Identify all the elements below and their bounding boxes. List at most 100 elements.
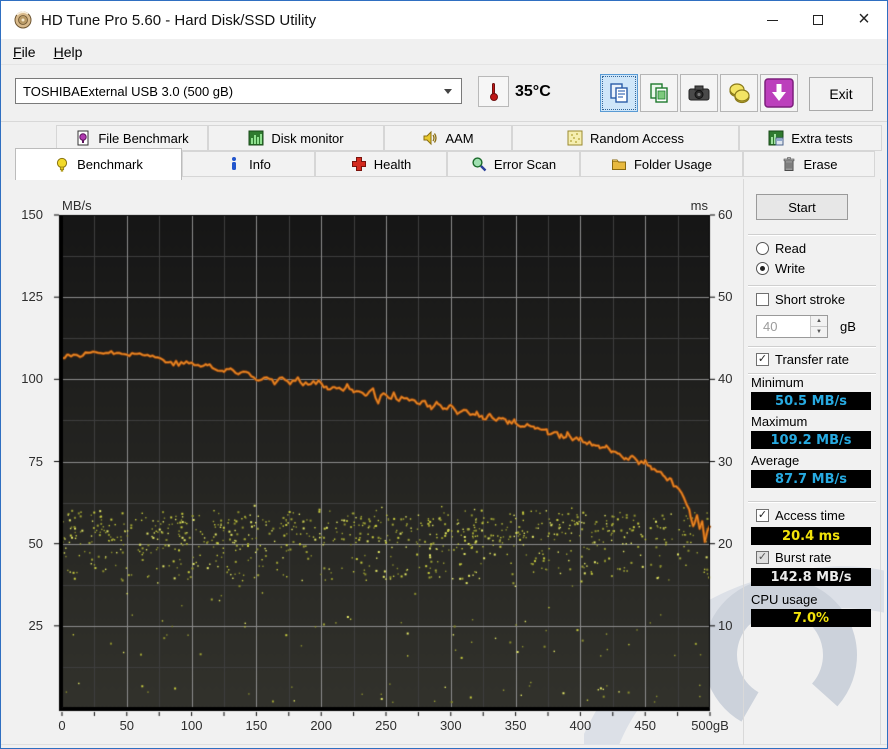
y-left-axis-unit: MB/s bbox=[62, 198, 92, 213]
y-left-tick-label: 150 bbox=[21, 207, 43, 222]
close-icon: × bbox=[858, 8, 870, 30]
magnifier-icon bbox=[472, 157, 487, 172]
app-logo-icon bbox=[14, 11, 32, 29]
tab-info[interactable]: Info bbox=[182, 151, 315, 177]
average-value: 87.7 MB/s bbox=[751, 470, 871, 488]
x-tick-label: 50 bbox=[119, 718, 135, 733]
save-results-button[interactable] bbox=[720, 74, 758, 112]
tab-health[interactable]: Health bbox=[315, 151, 447, 177]
toolbar: TOSHIBAExternal USB 3.0 (500 gB) 35°C Ex… bbox=[1, 65, 887, 122]
copy-text-icon bbox=[610, 83, 628, 103]
start-button[interactable]: Start bbox=[756, 194, 848, 220]
maximize-button[interactable] bbox=[795, 1, 841, 39]
drive-selector-value: TOSHIBAExternal USB 3.0 (500 gB) bbox=[23, 83, 234, 99]
controls-panel: Start Read Write Short stroke 40 ▲▼ gB bbox=[743, 179, 881, 745]
capacity-unit: gB bbox=[840, 319, 856, 334]
exit-button[interactable]: Exit bbox=[809, 77, 873, 111]
radio-selected-icon bbox=[756, 262, 769, 275]
access-time-value: 20.4 ms bbox=[751, 527, 871, 545]
radio-icon bbox=[756, 242, 769, 255]
y-left-tick-label: 75 bbox=[28, 453, 43, 469]
maximize-icon bbox=[813, 15, 823, 25]
tab-disk-monitor[interactable]: Disk monitor bbox=[208, 125, 384, 151]
tab-folder-usage[interactable]: Folder Usage bbox=[580, 151, 743, 177]
transfer-rate-checkbox[interactable]: ✓ Transfer rate bbox=[756, 352, 849, 367]
separator bbox=[748, 501, 876, 502]
separator bbox=[748, 234, 876, 235]
tab-erase[interactable]: Erase bbox=[743, 151, 875, 177]
window-title: HD Tune Pro 5.60 - Hard Disk/SSD Utility bbox=[41, 11, 317, 29]
temperature-value: 35°C bbox=[515, 83, 551, 100]
screenshot-button[interactable] bbox=[680, 74, 718, 112]
file-benchmark-icon bbox=[77, 130, 89, 146]
benchmark-page: 150 125 100 75 50 25 60 50 40 30 20 10 0 50 100 150 200 2… bbox=[5, 179, 884, 745]
trash-icon bbox=[783, 157, 794, 171]
read-radio[interactable]: Read bbox=[756, 241, 806, 256]
checkbox-checked-icon: ✓ bbox=[756, 509, 769, 522]
tab-strip: File Benchmark Disk monitor AAM Random A… bbox=[1, 122, 887, 180]
copy-text-button[interactable] bbox=[600, 74, 638, 112]
minimize-icon bbox=[766, 19, 778, 21]
drive-selector-dropdown[interactable]: TOSHIBAExternal USB 3.0 (500 gB) bbox=[15, 78, 462, 104]
folder-icon bbox=[611, 159, 626, 170]
benchmark-chart bbox=[50, 206, 730, 722]
checkbox-checked-icon: ✓ bbox=[756, 353, 769, 366]
minimum-value: 50.5 MB/s bbox=[751, 392, 871, 410]
export-download-icon bbox=[764, 78, 794, 108]
cpu-usage-value: 7.0% bbox=[751, 609, 871, 627]
save-results-icon bbox=[729, 83, 750, 104]
minimize-button[interactable] bbox=[749, 1, 795, 39]
tab-random-access[interactable]: Random Access bbox=[512, 125, 739, 151]
write-radio[interactable]: Write bbox=[756, 261, 805, 276]
short-stroke-checkbox[interactable]: Short stroke bbox=[756, 292, 845, 307]
capacity-stepper[interactable]: 40 ▲ ▼ bbox=[756, 315, 828, 338]
checkbox-icon bbox=[756, 293, 769, 306]
copy-image-icon bbox=[650, 83, 668, 103]
x-tick-label: 100 bbox=[180, 718, 203, 733]
title-bar: HD Tune Pro 5.60 - Hard Disk/SSD Utility… bbox=[1, 1, 887, 39]
disk-monitor-icon bbox=[248, 130, 264, 146]
health-cross-icon bbox=[351, 157, 366, 171]
menu-file[interactable]: File bbox=[4, 39, 45, 64]
speaker-icon bbox=[423, 130, 438, 146]
separator bbox=[748, 346, 876, 347]
thermometer-icon bbox=[489, 82, 498, 101]
extra-tests-icon bbox=[768, 130, 784, 146]
stepper-arrows[interactable]: ▲ ▼ bbox=[810, 316, 827, 337]
tab-error-scan[interactable]: Error Scan bbox=[447, 151, 580, 177]
random-access-icon bbox=[567, 130, 583, 146]
x-tick-label: 300 bbox=[439, 718, 462, 733]
x-tick-label: 350 bbox=[504, 718, 527, 733]
maximum-label: Maximum bbox=[751, 414, 808, 429]
tab-benchmark[interactable]: Benchmark bbox=[15, 148, 182, 180]
x-tick-label: 500gB bbox=[691, 718, 729, 733]
close-button[interactable]: × bbox=[841, 1, 887, 39]
menu-bar: File Help bbox=[1, 39, 887, 65]
lightbulb-icon bbox=[57, 157, 68, 172]
copy-image-button[interactable] bbox=[640, 74, 678, 112]
separator bbox=[748, 285, 876, 286]
access-time-checkbox[interactable]: ✓ Access time bbox=[756, 508, 845, 523]
maximum-value: 109.2 MB/s bbox=[751, 431, 871, 449]
app-window: HD Tune Pro 5.60 - Hard Disk/SSD Utility… bbox=[0, 0, 888, 749]
info-icon bbox=[232, 157, 237, 170]
screenshot-camera-icon bbox=[688, 85, 710, 101]
y-left-tick-label: 125 bbox=[21, 289, 43, 305]
chevron-down-icon bbox=[444, 89, 452, 94]
y-left-tick-label: 100 bbox=[21, 371, 43, 387]
tab-aam[interactable]: AAM bbox=[384, 125, 512, 151]
export-button[interactable] bbox=[760, 74, 798, 112]
capacity-value: 40 bbox=[763, 319, 778, 334]
y-right-axis-unit: ms bbox=[690, 198, 708, 213]
x-tick-label: 450 bbox=[634, 718, 657, 733]
x-tick-label: 250 bbox=[375, 718, 397, 733]
y-left-tick-label: 50 bbox=[28, 535, 43, 551]
menu-help[interactable]: Help bbox=[45, 39, 92, 64]
y-left-tick-label: 25 bbox=[28, 617, 43, 633]
separator bbox=[748, 373, 876, 374]
tab-extra-tests[interactable]: Extra tests bbox=[739, 125, 882, 151]
burst-rate-checkbox[interactable]: ✓ Burst rate bbox=[756, 550, 831, 565]
temperature-button[interactable] bbox=[478, 76, 509, 107]
x-tick-label: 0 bbox=[58, 718, 66, 733]
arrow-up-icon: ▲ bbox=[811, 316, 827, 327]
